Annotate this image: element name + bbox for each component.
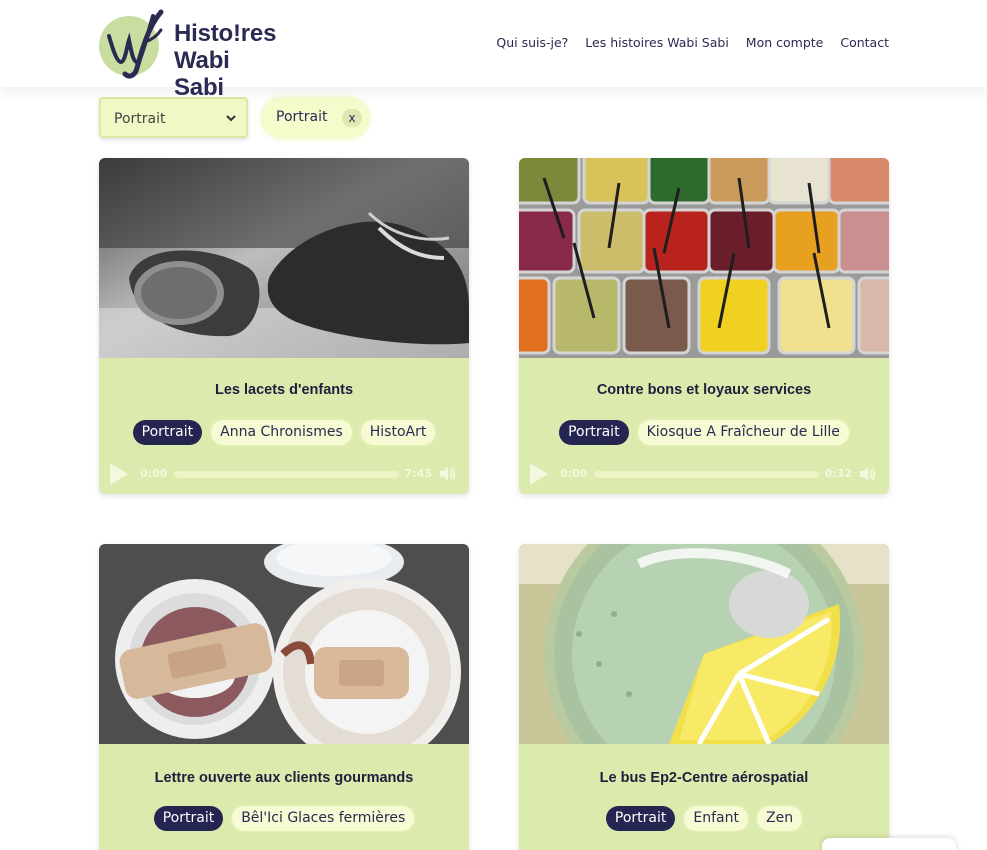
story-card[interactable]: Contre bons et loyaux services Portrait … [519, 158, 889, 494]
tag-belici-glaces[interactable]: Bêl'Ici Glaces fermières [232, 806, 415, 831]
remove-filter-button[interactable]: x [342, 109, 362, 127]
story-title[interactable]: Contre bons et loyaux services [519, 382, 889, 398]
nav-link-about[interactable]: Qui suis-je? [496, 35, 568, 50]
tag-portrait[interactable]: Portrait [132, 420, 203, 445]
site-header: Histo!res Wabi Sabi Qui suis-je? Les his… [0, 0, 987, 101]
tag-anna-chronismes[interactable]: Anna Chronismes [211, 420, 352, 445]
tag-histoart[interactable]: HistoArt [360, 420, 436, 445]
audio-player: 0:00 7:45 [99, 461, 469, 487]
active-filter-label: Portrait [276, 109, 328, 125]
volume-icon[interactable] [858, 465, 876, 483]
story-title[interactable]: Lettre ouverte aux clients gourmands [99, 770, 469, 786]
logo-line-1: Histo!res [174, 20, 277, 47]
story-image[interactable] [519, 544, 889, 744]
main-nav: Qui suis-je? Les histoires Wabi Sabi Mon… [496, 35, 889, 50]
audio-current-time: 0:00 [560, 467, 588, 480]
chevron-down-icon [225, 108, 237, 131]
story-image[interactable] [99, 544, 469, 744]
story-image[interactable] [519, 158, 889, 358]
audio-progress-bar[interactable] [174, 471, 399, 478]
tag-portrait[interactable]: Portrait [605, 806, 676, 831]
audio-duration: 7:45 [404, 467, 432, 480]
site-logo[interactable]: Histo!res Wabi Sabi [99, 6, 279, 101]
nav-link-stories[interactable]: Les histoires Wabi Sabi [585, 35, 729, 50]
audio-player: 0:00 0:32 [519, 461, 889, 487]
nav-link-account[interactable]: Mon compte [746, 35, 824, 50]
tag-kiosque-a-fraicheur[interactable]: Kiosque A Fraîcheur de Lille [637, 420, 849, 445]
play-icon[interactable] [530, 463, 548, 485]
story-card[interactable]: Les lacets d'enfants Portrait Anna Chron… [99, 158, 469, 494]
story-title[interactable]: Le bus Ep2-Centre aérospatial [519, 770, 889, 786]
story-tags: Portrait Bêl'Ici Glaces fermières [99, 806, 469, 831]
story-tags: Portrait Kiosque A Fraîcheur de Lille [519, 420, 889, 445]
story-tags: Portrait Anna Chronismes HistoArt [99, 420, 469, 445]
audio-progress-bar[interactable] [594, 471, 819, 478]
tag-portrait[interactable]: Portrait [153, 806, 224, 831]
category-select[interactable]: Portrait [99, 97, 248, 138]
audio-current-time: 0:00 [140, 467, 168, 480]
category-select-value: Portrait [114, 111, 166, 127]
tag-enfant[interactable]: Enfant [684, 806, 748, 831]
story-card[interactable]: Le bus Ep2-Centre aérospatial Portrait E… [519, 544, 889, 850]
logo-icon [99, 9, 164, 79]
audio-duration: 0:32 [824, 467, 852, 480]
logo-wordmark: Histo!res Wabi Sabi [174, 20, 279, 101]
play-icon[interactable] [110, 463, 128, 485]
nav-link-contact[interactable]: Contact [840, 35, 889, 50]
tag-portrait[interactable]: Portrait [559, 420, 629, 445]
story-tags: Portrait Enfant Zen [519, 806, 889, 831]
logo-line-2: Wabi Sabi [174, 47, 230, 101]
story-title[interactable]: Les lacets d'enfants [99, 382, 469, 398]
volume-icon[interactable] [438, 465, 456, 483]
story-image[interactable] [99, 158, 469, 358]
active-filter-chip: Portrait x [262, 98, 369, 138]
story-card[interactable]: Lettre ouverte aux clients gourmands Por… [99, 544, 469, 850]
tag-zen[interactable]: Zen [756, 806, 803, 831]
floating-widget[interactable] [822, 838, 956, 850]
